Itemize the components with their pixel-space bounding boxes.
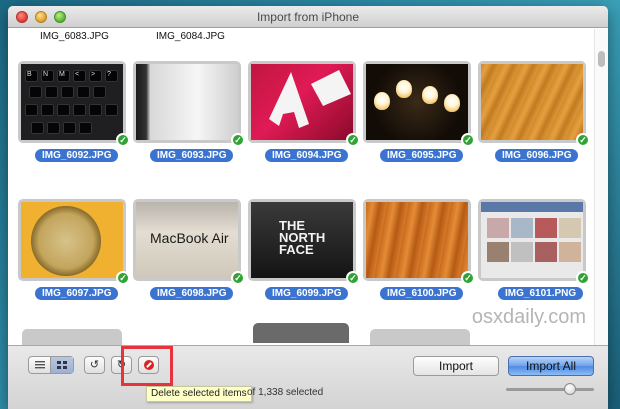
checkmark-icon: ✓ (576, 133, 590, 147)
photo-filename[interactable]: IMG_6096.JPG (495, 149, 579, 162)
photo-filename[interactable]: IMG_6098.JPG (150, 287, 234, 300)
bottom-toolbar: ↺ ↻ Delete selected items of 1,338 selec… (8, 345, 608, 409)
photo-filename[interactable]: IMG_6100.JPG (380, 287, 464, 300)
delete-tooltip: Delete selected items (146, 386, 252, 402)
view-mode-toggle[interactable] (28, 356, 74, 374)
grid-view-icon[interactable] (51, 357, 73, 373)
selection-status: of 1,338 selected (247, 387, 324, 398)
slider-knob[interactable] (564, 383, 576, 395)
photo-thumbnail[interactable]: ✓ (478, 61, 590, 147)
photo-filename[interactable]: IMG_6083.JPG (40, 31, 109, 42)
photo-filename[interactable]: IMG_6095.JPG (380, 149, 464, 162)
photo-thumbnail[interactable]: B N M < > ? ✓ (18, 61, 130, 147)
photo-thumbnail[interactable]: ✓ (363, 199, 475, 285)
photo-filename[interactable]: IMG_6099.JPG (265, 287, 349, 300)
photo-image-north-face: THE NORTH FACE (251, 202, 353, 278)
photo-thumbnail[interactable]: ✓ (248, 61, 360, 147)
checkmark-icon: ✓ (116, 271, 130, 285)
checkmark-icon: ✓ (346, 133, 360, 147)
photo-thumbnail[interactable]: THE NORTH FACE ✓ (248, 199, 360, 285)
photo-filename[interactable]: IMG_6092.JPG (35, 149, 119, 162)
checkmark-icon: ✓ (461, 271, 475, 285)
list-view-icon[interactable] (29, 357, 51, 373)
title-bar: Import from iPhone (8, 6, 608, 28)
vertical-scrollbar[interactable] (594, 29, 608, 345)
import-button[interactable]: Import (413, 356, 499, 376)
import-window: Import from iPhone IMG_6083.JPG IMG_6084… (8, 6, 608, 409)
photo-image-red-sign (251, 64, 353, 140)
checkmark-icon: ✓ (346, 271, 360, 285)
checkmark-icon: ✓ (461, 133, 475, 147)
photo-filename[interactable]: IMG_6093.JPG (150, 149, 234, 162)
photo-image-macbook-lid (136, 64, 238, 140)
checkmark-icon: ✓ (116, 133, 130, 147)
checkmark-icon: ✓ (231, 133, 245, 147)
photo-thumbnail[interactable] (370, 329, 470, 345)
photo-thumbnail[interactable]: ✓ (478, 199, 590, 285)
photo-image-wood-floor (366, 202, 468, 278)
photo-thumbnail[interactable]: MacBook Air ✓ (133, 199, 245, 285)
checkmark-icon: ✓ (231, 271, 245, 285)
rotate-left-button[interactable]: ↺ (84, 356, 105, 374)
thumbnail-size-slider[interactable] (506, 388, 594, 391)
window-title: Import from iPhone (256, 10, 360, 24)
photo-thumbnail[interactable]: ✓ (18, 199, 130, 285)
import-all-button[interactable]: Import All (508, 356, 594, 376)
photo-image-lamp (366, 64, 468, 140)
photo-filename[interactable]: IMG_6097.JPG (35, 287, 119, 300)
minimize-window-button[interactable] (35, 11, 47, 23)
photo-filename[interactable]: IMG_6101.PNG (498, 287, 584, 300)
photo-image-screenshot (481, 202, 583, 278)
photo-thumbnail[interactable]: ✓ (363, 61, 475, 147)
photo-image-keyboard: B N M < > ? (21, 64, 123, 140)
photo-filename[interactable]: IMG_6094.JPG (265, 149, 349, 162)
rotate-left-icon: ↺ (89, 359, 100, 371)
photo-image-coin (21, 202, 123, 278)
photo-thumbnail[interactable]: ✓ (133, 61, 245, 147)
zoom-window-button[interactable] (54, 11, 66, 23)
checkmark-icon: ✓ (576, 271, 590, 285)
photo-image-wood (481, 64, 583, 140)
photo-thumbnail[interactable] (22, 329, 122, 345)
photo-filename[interactable]: IMG_6084.JPG (156, 31, 225, 42)
watermark: osxdaily.com (471, 306, 586, 328)
photo-grid[interactable]: IMG_6083.JPG IMG_6084.JPG B N M < > ? ✓ … (8, 29, 608, 345)
highlight-box (121, 346, 173, 386)
photo-image-macbook-air-box: MacBook Air (136, 202, 238, 278)
close-window-button[interactable] (16, 11, 28, 23)
scrollbar-thumb[interactable] (598, 51, 605, 67)
photo-thumbnail[interactable] (253, 323, 349, 343)
